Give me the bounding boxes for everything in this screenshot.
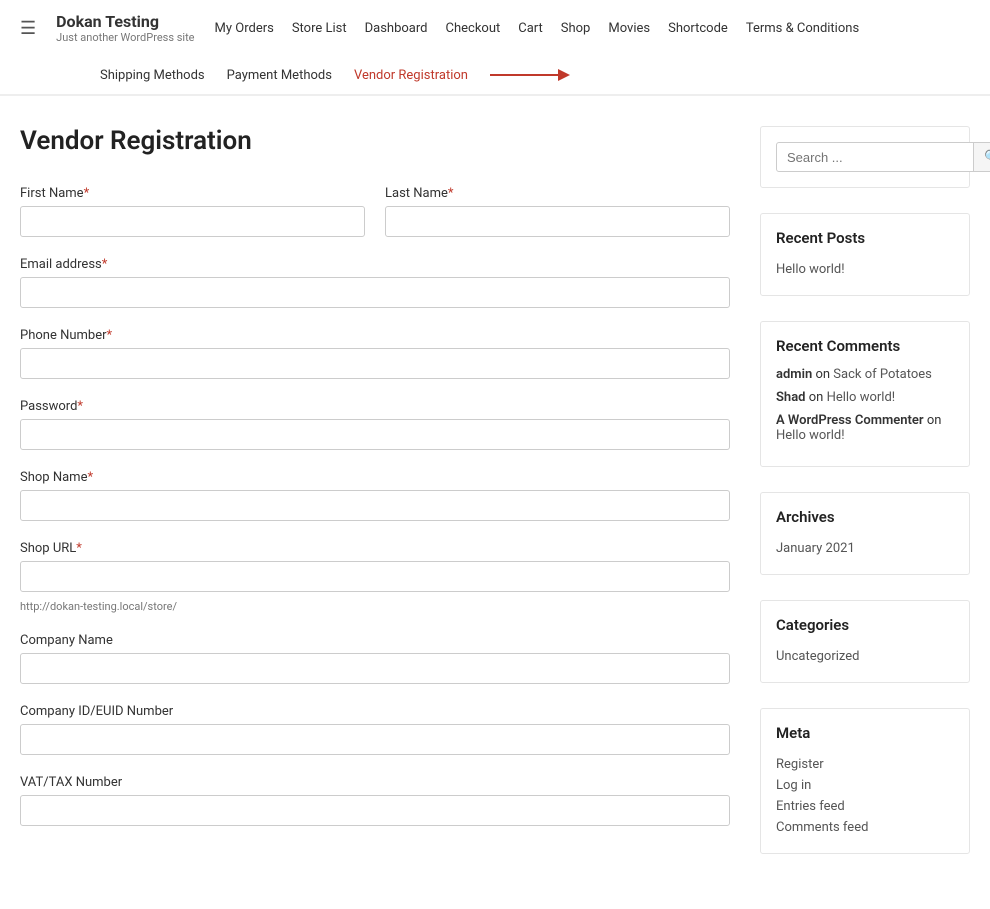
comment-item-shad: Shad on Hello world! bbox=[776, 390, 954, 405]
password-group: Password* bbox=[20, 399, 730, 450]
meta-title: Meta bbox=[776, 724, 954, 742]
category-uncategorized[interactable]: Uncategorized bbox=[776, 646, 954, 667]
comment-link-hello-world-wp[interactable]: Hello world! bbox=[776, 428, 845, 443]
shop-url-input[interactable] bbox=[20, 561, 730, 592]
first-name-group: First Name* bbox=[20, 186, 365, 237]
categories-title: Categories bbox=[776, 616, 954, 634]
email-input[interactable] bbox=[20, 277, 730, 308]
password-label: Password* bbox=[20, 399, 730, 414]
main-nav: My Orders Store List Dashboard Checkout … bbox=[215, 21, 860, 36]
top-nav: ☰ Dokan Testing Just another WordPress s… bbox=[0, 0, 990, 56]
search-box: 🔍 bbox=[776, 142, 954, 172]
main-content: Vendor Registration First Name* Last Nam… bbox=[20, 126, 730, 879]
site-header: ☰ Dokan Testing Just another WordPress s… bbox=[0, 0, 990, 96]
comment-author-admin: admin bbox=[776, 367, 812, 382]
arrow-indicator bbox=[490, 66, 570, 84]
meta-widget: Meta Register Log in Entries feed Commen… bbox=[760, 708, 970, 854]
subnav-vendor-registration[interactable]: Vendor Registration bbox=[354, 68, 468, 83]
meta-entries-feed[interactable]: Entries feed bbox=[776, 796, 954, 817]
recent-comments-widget: Recent Comments admin on Sack of Potatoe… bbox=[760, 321, 970, 467]
company-id-input[interactable] bbox=[20, 724, 730, 755]
comment-author-shad: Shad bbox=[776, 390, 806, 405]
first-name-input[interactable] bbox=[20, 206, 365, 237]
search-widget: 🔍 bbox=[760, 126, 970, 188]
company-name-input[interactable] bbox=[20, 653, 730, 684]
search-button[interactable]: 🔍 bbox=[974, 142, 990, 172]
meta-comments-feed[interactable]: Comments feed bbox=[776, 817, 954, 838]
first-name-label: First Name* bbox=[20, 186, 365, 201]
company-id-group: Company ID/EUID Number bbox=[20, 704, 730, 755]
comment-link-sack-of-potatoes[interactable]: Sack of Potatoes bbox=[833, 367, 932, 382]
subnav-shipping-methods[interactable]: Shipping Methods bbox=[100, 68, 205, 83]
last-name-label: Last Name* bbox=[385, 186, 730, 201]
arrow-icon bbox=[490, 66, 570, 84]
meta-log-in[interactable]: Log in bbox=[776, 775, 954, 796]
subnav-payment-methods[interactable]: Payment Methods bbox=[227, 68, 332, 83]
shop-url-label: Shop URL* bbox=[20, 541, 730, 556]
company-name-group: Company Name bbox=[20, 633, 730, 684]
sidebar: 🔍 Recent Posts Hello world! Recent Comme… bbox=[760, 126, 970, 879]
comment-link-hello-world-shad[interactable]: Hello world! bbox=[827, 390, 896, 405]
site-description: Just another WordPress site bbox=[56, 31, 194, 44]
recent-post-hello-world[interactable]: Hello world! bbox=[776, 259, 954, 280]
shop-url-group: Shop URL* http://dokan-testing.local/sto… bbox=[20, 541, 730, 613]
site-title: Dokan Testing bbox=[56, 12, 194, 31]
recent-posts-title: Recent Posts bbox=[776, 229, 954, 247]
nav-my-orders[interactable]: My Orders bbox=[215, 21, 274, 36]
nav-movies[interactable]: Movies bbox=[608, 21, 650, 36]
archives-title: Archives bbox=[776, 508, 954, 526]
vendor-registration-form: First Name* Last Name* Email address* bbox=[20, 186, 730, 826]
last-name-input[interactable] bbox=[385, 206, 730, 237]
nav-cart[interactable]: Cart bbox=[518, 21, 543, 36]
hamburger-icon[interactable]: ☰ bbox=[20, 18, 36, 39]
phone-input[interactable] bbox=[20, 348, 730, 379]
shop-url-hint: http://dokan-testing.local/store/ bbox=[20, 600, 730, 613]
recent-posts-widget: Recent Posts Hello world! bbox=[760, 213, 970, 296]
comment-item-wp-commenter: A WordPress Commenter on Hello world! bbox=[776, 413, 954, 443]
password-input[interactable] bbox=[20, 419, 730, 450]
vat-input[interactable] bbox=[20, 795, 730, 826]
phone-group: Phone Number* bbox=[20, 328, 730, 379]
site-branding: ☰ Dokan Testing Just another WordPress s… bbox=[20, 12, 195, 44]
shop-name-input[interactable] bbox=[20, 490, 730, 521]
email-group: Email address* bbox=[20, 257, 730, 308]
phone-label: Phone Number* bbox=[20, 328, 730, 343]
name-row: First Name* Last Name* bbox=[20, 186, 730, 237]
company-id-label: Company ID/EUID Number bbox=[20, 704, 730, 719]
sub-nav: Shipping Methods Payment Methods Vendor … bbox=[0, 56, 990, 95]
recent-comments-title: Recent Comments bbox=[776, 337, 954, 355]
email-label: Email address* bbox=[20, 257, 730, 272]
nav-shop[interactable]: Shop bbox=[561, 21, 591, 36]
comment-author-wp: A WordPress Commenter bbox=[776, 413, 924, 428]
nav-dashboard[interactable]: Dashboard bbox=[365, 21, 428, 36]
categories-widget: Categories Uncategorized bbox=[760, 600, 970, 683]
archives-widget: Archives January 2021 bbox=[760, 492, 970, 575]
archive-jan-2021[interactable]: January 2021 bbox=[776, 538, 954, 559]
meta-register[interactable]: Register bbox=[776, 754, 954, 775]
nav-shortcode[interactable]: Shortcode bbox=[668, 21, 728, 36]
content-area: Vendor Registration First Name* Last Nam… bbox=[0, 96, 990, 909]
shop-name-group: Shop Name* bbox=[20, 470, 730, 521]
vat-label: VAT/TAX Number bbox=[20, 775, 730, 790]
shop-name-label: Shop Name* bbox=[20, 470, 730, 485]
nav-store-list[interactable]: Store List bbox=[292, 21, 347, 36]
vat-group: VAT/TAX Number bbox=[20, 775, 730, 826]
nav-checkout[interactable]: Checkout bbox=[446, 21, 501, 36]
search-input[interactable] bbox=[776, 142, 974, 172]
page-title: Vendor Registration bbox=[20, 126, 730, 156]
company-name-label: Company Name bbox=[20, 633, 730, 648]
nav-terms-conditions[interactable]: Terms & Conditions bbox=[746, 21, 859, 36]
last-name-group: Last Name* bbox=[385, 186, 730, 237]
comment-item-admin: admin on Sack of Potatoes bbox=[776, 367, 954, 382]
